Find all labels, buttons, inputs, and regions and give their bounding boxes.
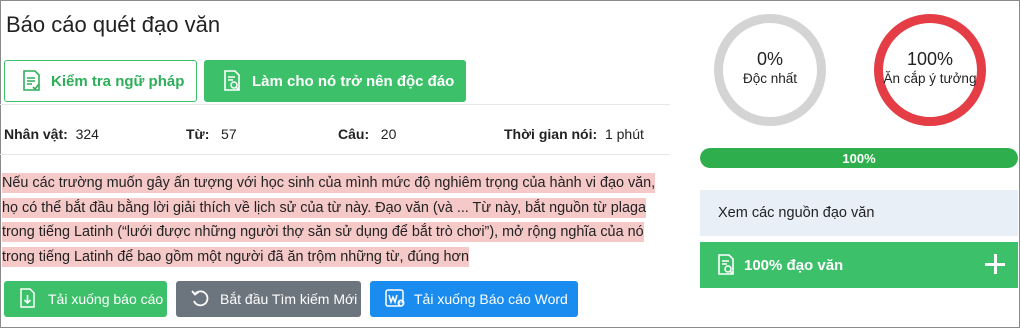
grammar-check-label: Kiểm tra ngữ pháp — [51, 72, 185, 90]
download-icon — [18, 287, 40, 311]
divider — [0, 154, 670, 155]
make-unique-button[interactable]: Làm cho nó trở nên độc đáo — [204, 60, 466, 102]
words-stat-label: Từ: — [186, 126, 210, 142]
download-word-button[interactable]: Tải xuống Báo cáo Word — [370, 281, 578, 317]
characters-stat-value: 324 — [75, 126, 99, 142]
grammar-check-button[interactable]: Kiểm tra ngữ pháp — [4, 60, 197, 102]
plagiarism-result-card[interactable]: 100% đạo văn — [700, 242, 1018, 288]
plagiarism-result-label: 100% đạo văn — [744, 256, 844, 274]
view-sources-button[interactable]: Xem các nguồn đạo văn — [700, 190, 1018, 236]
report-main: Báo cáo quét đạo văn Kiểm tra ngữ pháp L… — [0, 0, 680, 328]
doc-search-icon — [222, 69, 244, 93]
plagiarism-progress-bar: 100% — [700, 148, 1018, 168]
restart-icon — [190, 287, 212, 311]
make-unique-label: Làm cho nó trở nên độc đáo — [252, 72, 455, 90]
new-search-label: Bắt đầu Tìm kiếm Mới — [220, 291, 358, 307]
divider — [0, 104, 670, 105]
words-stat: Từ: 57 — [186, 126, 237, 142]
word-doc-icon — [384, 287, 406, 311]
scanned-text: Nếu các trường muốn gây ấn tượng với học… — [2, 171, 670, 269]
sentences-stat-label: Câu: — [338, 126, 370, 142]
unique-percentage: 0% — [756, 49, 783, 69]
words-stat-value: 57 — [221, 126, 237, 142]
grammar-doc-icon — [21, 69, 43, 93]
speak-time-stat-label: Thời gian nói: — [504, 126, 598, 142]
download-report-button[interactable]: Tải xuống báo cáo — [4, 281, 167, 317]
sentences-stat: Câu: 20 — [338, 126, 396, 142]
unique-gauge: 0% Độc nhất — [714, 14, 826, 126]
download-report-label: Tải xuống báo cáo — [48, 291, 164, 307]
plagiarism-label: Ăn cắp ý tưởng — [883, 71, 977, 86]
progress-fill: 100% — [700, 148, 1018, 168]
characters-stat: Nhân vật: 324 — [4, 126, 99, 142]
doc-search-icon — [716, 253, 738, 277]
characters-stat-label: Nhân vật: — [4, 126, 68, 142]
sentences-stat-value: 20 — [380, 126, 397, 142]
page-title: Báo cáo quét đạo văn — [6, 12, 221, 37]
download-word-label: Tải xuống Báo cáo Word — [414, 291, 568, 307]
speak-time-stat-value: 1 phút — [604, 126, 644, 142]
view-sources-label: Xem các nguồn đạo văn — [718, 205, 875, 221]
new-search-button[interactable]: Bắt đầu Tìm kiếm Mới — [176, 281, 361, 317]
expand-plus-icon[interactable] — [982, 251, 1008, 277]
speak-time-stat: Thời gian nói: 1 phút — [504, 126, 644, 142]
plagiarism-percentage: 100% — [906, 49, 954, 69]
unique-label: Độc nhất — [742, 71, 798, 86]
plagiarized-text-highlight: Nếu các trường muốn gây ấn tượng với học… — [2, 173, 656, 267]
plagiarism-gauge: 100% Ăn cắp ý tưởng — [874, 14, 986, 126]
result-summary: 0% Độc nhất 100% Ăn cắp ý tưởng 100% Xem… — [680, 0, 1020, 328]
